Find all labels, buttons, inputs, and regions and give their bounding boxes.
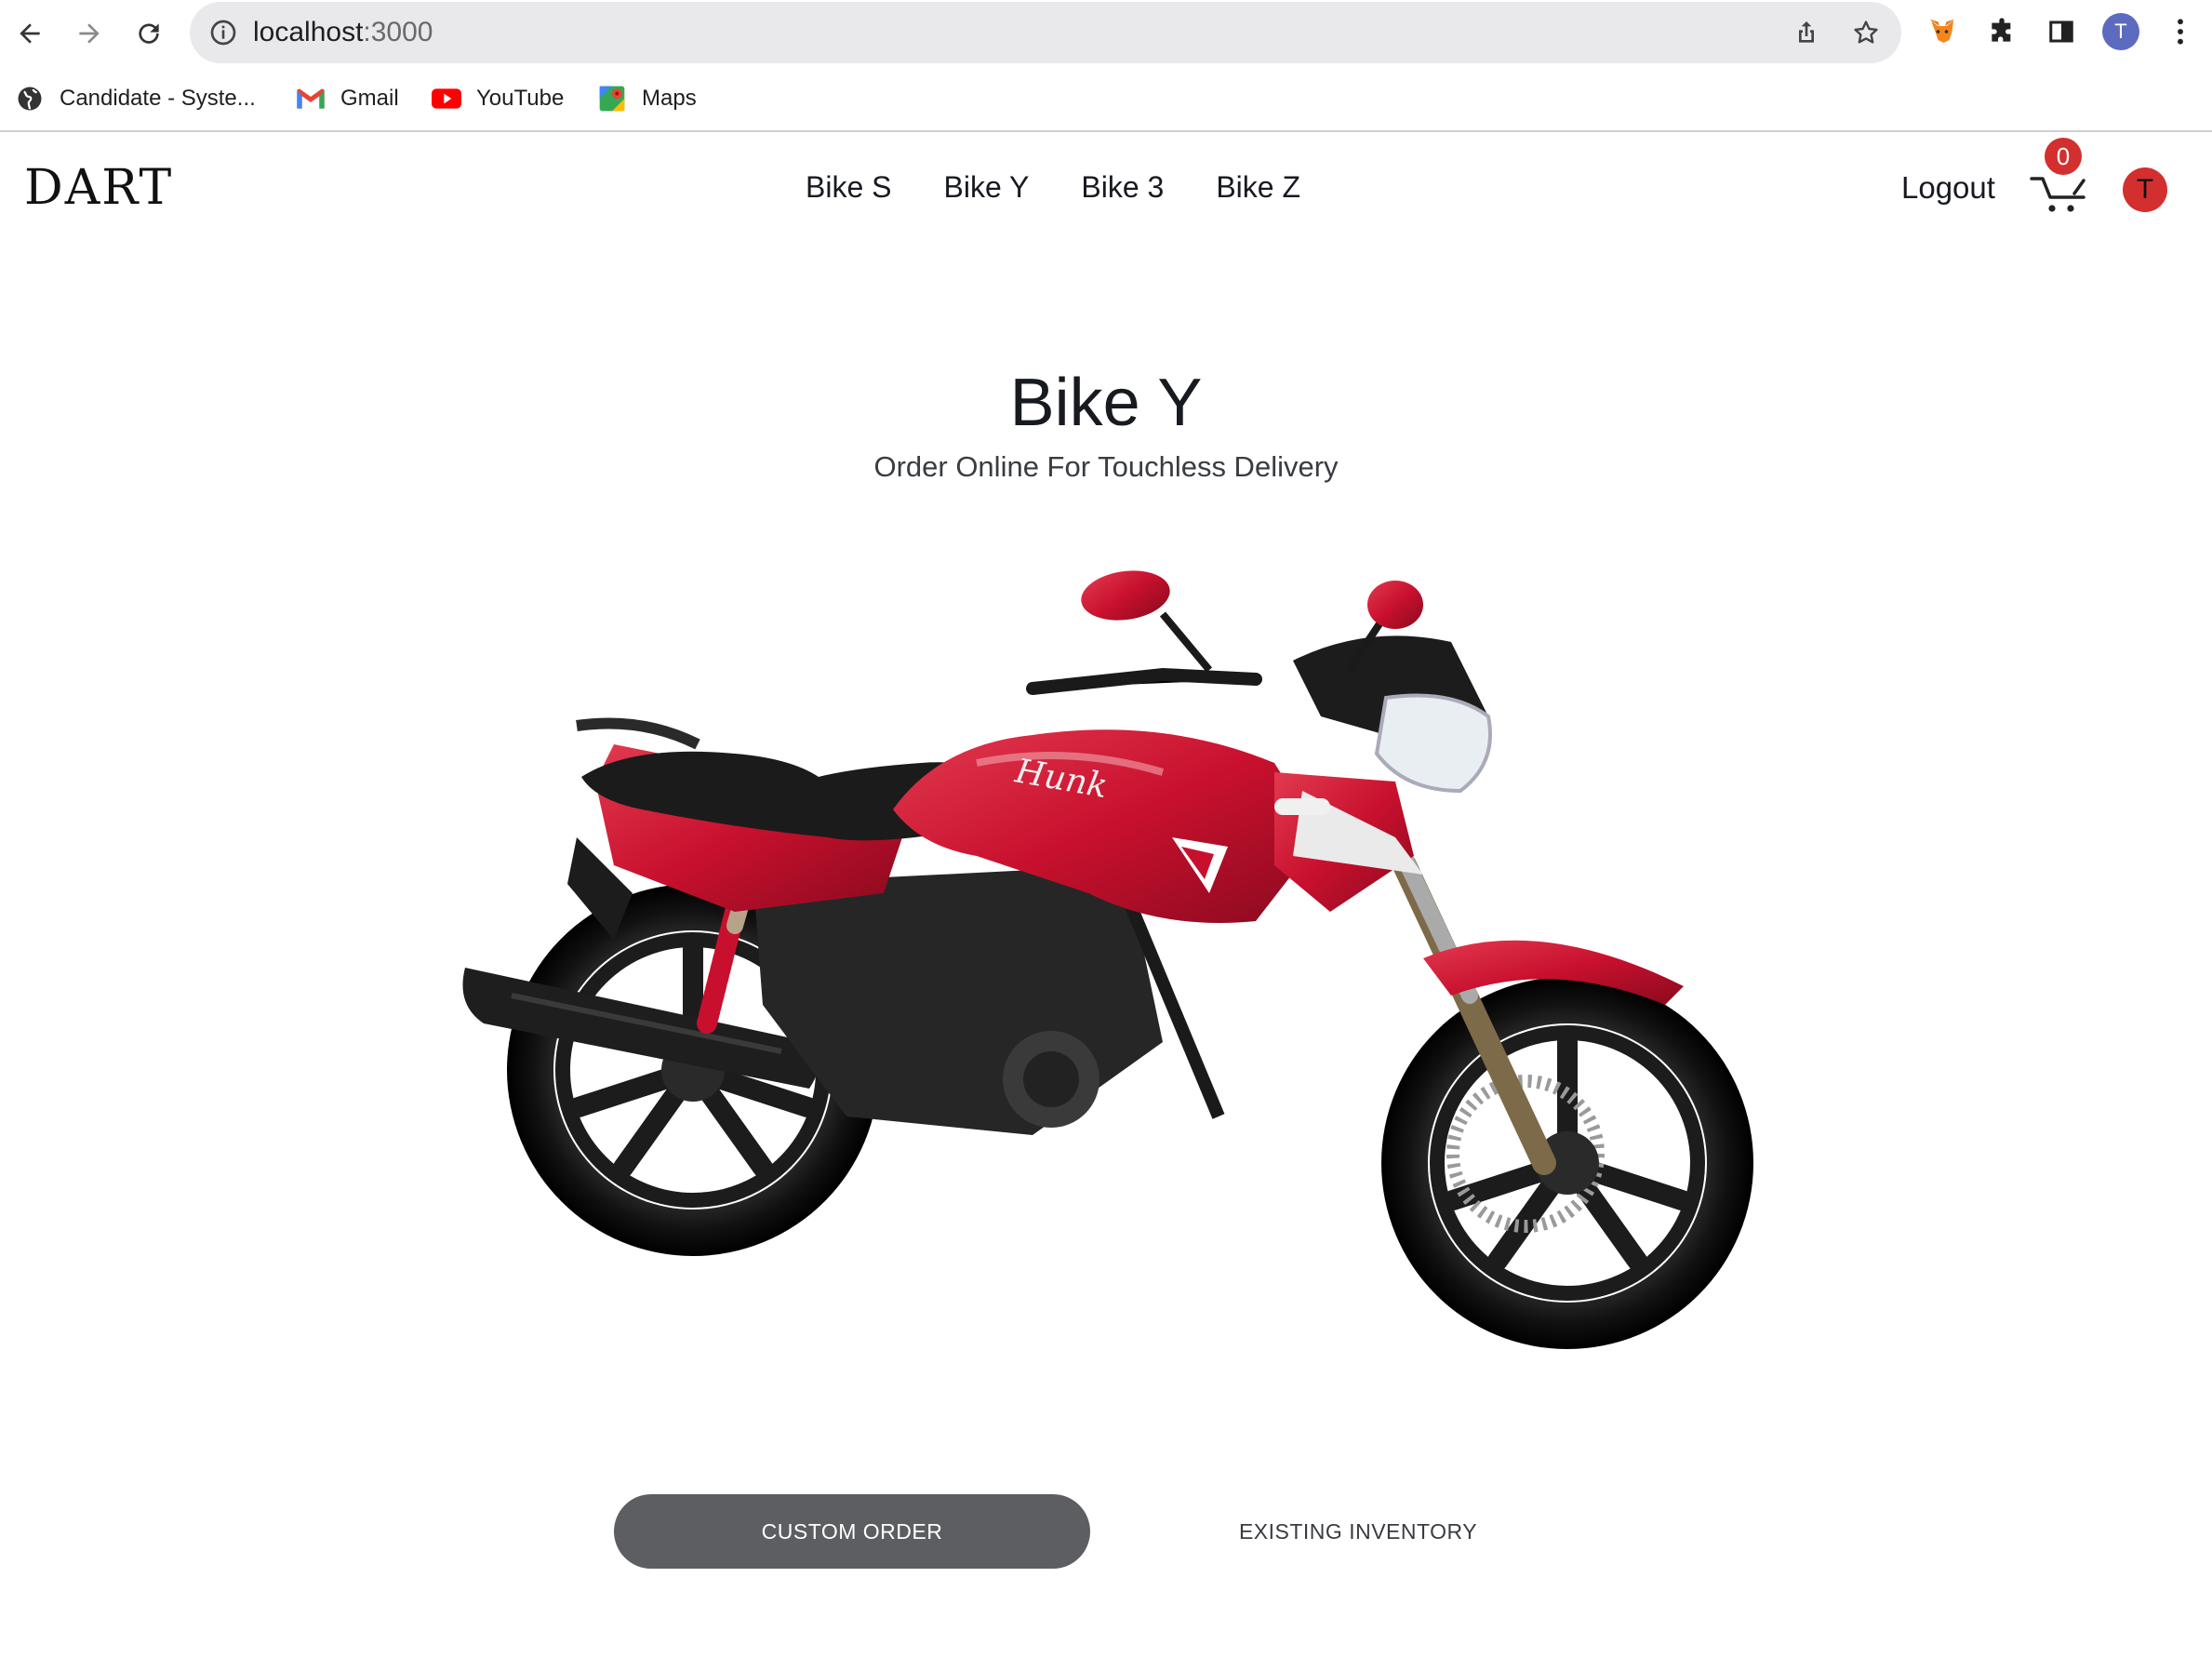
product-subtitle: Order Online For Touchless Delivery [873,450,1339,483]
nav-link-bike-z[interactable]: Bike Z [1216,170,1300,205]
user-avatar[interactable]: T [2123,167,2167,212]
gmail-icon [296,84,326,114]
arrow-right-icon [79,23,100,44]
cart-count-badge: 0 [2045,138,2082,175]
motorcycle-image: Hunk [462,570,1753,1349]
info-icon [210,20,236,46]
nav-link-bike-y[interactable]: Bike Y [943,170,1029,205]
bookmark-gmail[interactable]: Gmail [296,82,399,115]
forward-button[interactable] [69,13,110,54]
address-bar[interactable]: localhost:3000 [190,2,1901,63]
bookmark-candidate[interactable]: Candidate - Syste... [15,82,256,115]
side-panel-icon [2049,20,2073,43]
nav-link-bike-3[interactable]: Bike 3 [1081,170,1164,205]
reload-button[interactable] [128,13,169,54]
profile-avatar: T [2102,13,2139,50]
youtube-icon [432,84,461,114]
existing-inventory-button[interactable]: EXISTING INVENTORY [1120,1494,1596,1569]
maps-icon [597,84,627,114]
bookmark-label: Gmail [340,86,399,111]
bookmark-label: Candidate - Syste... [60,86,256,111]
puzzle-icon [1992,18,2011,42]
metamask-extension[interactable] [1924,13,1961,50]
arrow-left-icon [20,23,40,44]
browser-toolbar: localhost:3000 T [0,0,2212,67]
product-title: Bike Y [1009,366,1203,440]
front-wheel [1381,977,1753,1349]
back-button[interactable] [9,13,50,54]
kebab-menu-icon [2178,19,2183,45]
url-text: localhost:3000 [253,17,433,47]
reload-icon [139,23,159,44]
bookmarks-bar: Candidate - Syste... Gmail YouTube Maps [0,74,2212,132]
side-panel-button[interactable] [2043,13,2080,50]
extensions-button[interactable] [1983,13,2020,50]
main-nav: Bike S Bike Y Bike 3 Bike Z [806,170,1353,205]
share-icon[interactable] [1792,18,1821,47]
custom-order-button[interactable]: CUSTOM ORDER [614,1494,1090,1569]
bookmark-maps[interactable]: Maps [597,82,697,115]
nav-link-bike-s[interactable]: Bike S [806,170,891,205]
logout-link[interactable]: Logout [1901,170,1995,206]
fox-icon [1929,19,1955,43]
site-logo[interactable]: DART [24,160,173,216]
bookmark-label: YouTube [476,86,565,111]
bookmark-label: Maps [642,86,697,111]
bookmark-youtube[interactable]: YouTube [432,82,564,115]
profile-button[interactable]: T [2102,13,2139,50]
menu-button[interactable] [2162,13,2199,50]
globe-icon [15,84,45,114]
bookmark-star-icon[interactable] [1851,18,1881,47]
